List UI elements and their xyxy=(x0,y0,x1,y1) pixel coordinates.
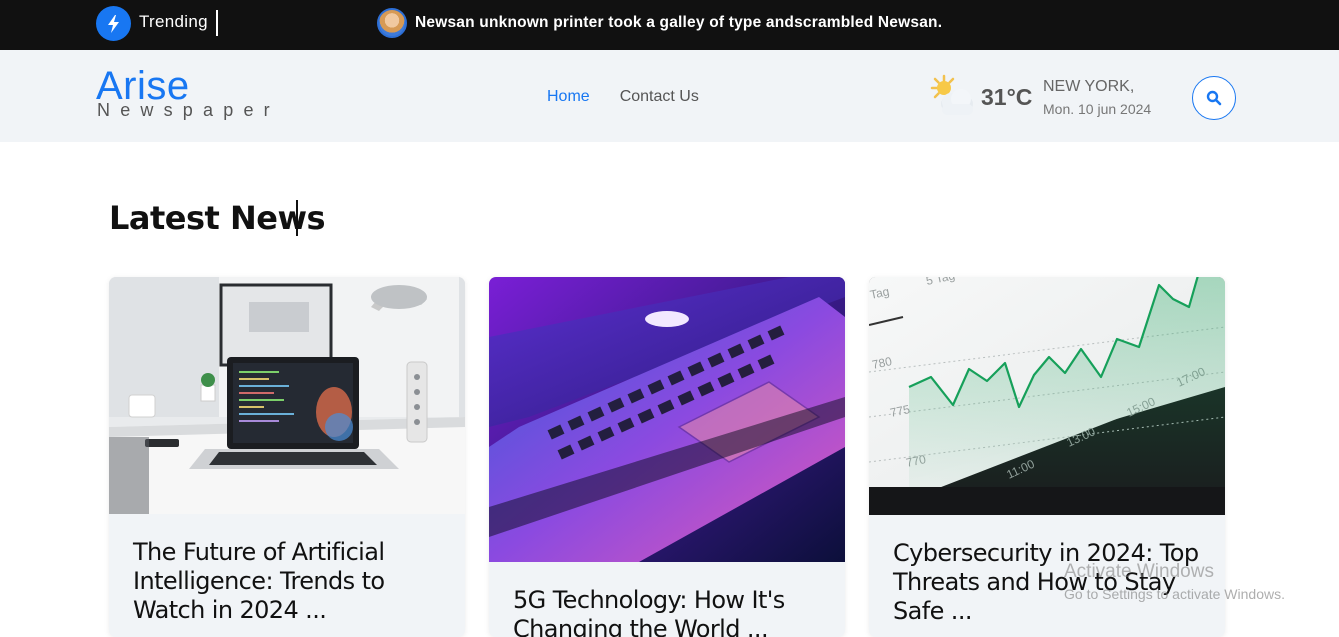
ticker-headline-link[interactable]: Newsan unknown printer took a galley of … xyxy=(415,14,942,32)
ticker-avatar xyxy=(377,8,407,38)
trending-bar: Trending Newsan unknown printer took a g… xyxy=(0,0,1339,50)
news-card[interactable]: 5G Technology: How It's Changing the Wor… xyxy=(489,277,845,637)
news-card-image[interactable] xyxy=(109,277,465,514)
search-icon xyxy=(1206,90,1222,106)
news-card-title[interactable]: 5G Technology: How It's Changing the Wor… xyxy=(489,562,845,637)
news-card[interactable]: Tag 780 775 770 765 11:00 13:00 15:00 17… xyxy=(869,277,1225,637)
windows-activation-title: Activate Windows xyxy=(1064,561,1214,582)
main-nav: Home Contact Us xyxy=(547,88,699,106)
windows-activation-subtitle: Go to Settings to activate Windows. xyxy=(1064,586,1285,602)
section-title: Latest News xyxy=(109,199,326,237)
nav-link-contact-us[interactable]: Contact Us xyxy=(620,88,699,106)
news-card-title[interactable]: The Future of Artificial Intelligence: T… xyxy=(109,514,465,625)
search-button[interactable] xyxy=(1192,76,1236,120)
lightning-icon xyxy=(96,6,131,41)
site-header: Arise Newspaper Home Contact Us 31°C NEW… xyxy=(0,50,1339,142)
weather-temperature: 31°C xyxy=(981,84,1033,110)
trending-divider xyxy=(216,10,218,36)
partly-cloudy-icon xyxy=(930,74,976,118)
weather-date: Mon. 10 jun 2024 xyxy=(1043,101,1152,117)
news-card[interactable]: The Future of Artificial Intelligence: T… xyxy=(109,277,465,637)
weather-city: NEW YORK, xyxy=(1043,78,1135,95)
nav-link-home[interactable]: Home xyxy=(547,88,590,106)
site-logo-subtitle: Newspaper xyxy=(97,100,280,120)
text-cursor xyxy=(296,200,298,236)
news-card-image[interactable] xyxy=(489,277,845,562)
trending-label: Trending xyxy=(139,12,208,31)
news-card-image[interactable]: Tag 780 775 770 765 11:00 13:00 15:00 17… xyxy=(869,277,1225,515)
